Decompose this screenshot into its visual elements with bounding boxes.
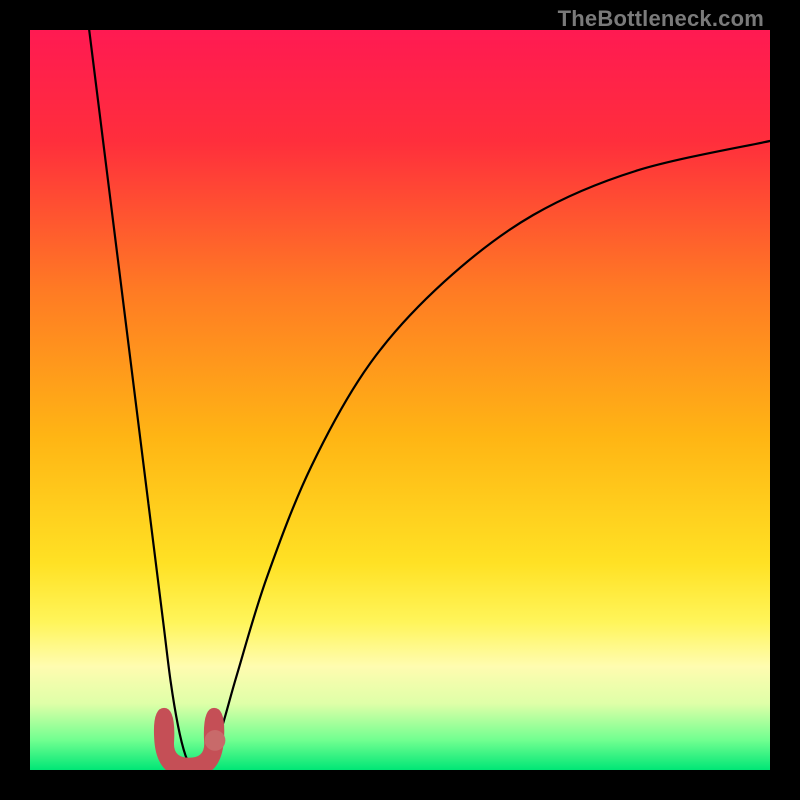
gradient-background [30, 30, 770, 770]
plot-area [30, 30, 770, 770]
plot-svg [30, 30, 770, 770]
chart-frame: TheBottleneck.com [0, 0, 800, 800]
watermark: TheBottleneck.com [558, 6, 764, 32]
marker-dot [205, 730, 226, 751]
